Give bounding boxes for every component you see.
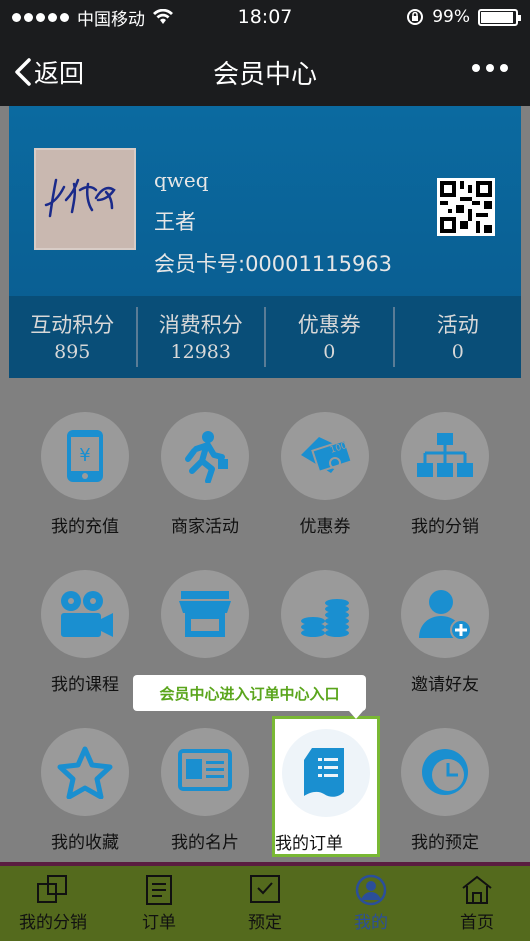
user-icon: [355, 874, 387, 906]
stats-row: 互动积分 895 消费积分 12983 优惠券 0 活动 0: [9, 296, 521, 378]
menu-item-distribution[interactable]: 我的分销: [380, 412, 510, 537]
username: qweq: [154, 168, 209, 192]
menu-item-orders[interactable]: 我的订单: [272, 716, 380, 857]
home-icon: [462, 875, 492, 904]
org-chart-icon: [401, 412, 489, 500]
menu-item-recharge[interactable]: ¥ 我的充值: [20, 412, 150, 537]
order-list-icon: [282, 729, 370, 817]
guide-tooltip: 会员中心进入订单中心入口: [133, 675, 366, 719]
running-man-icon: [161, 412, 249, 500]
clock-icon: [401, 728, 489, 816]
nav-bar: 返回 会员中心: [0, 34, 530, 106]
checkbox-icon: [250, 875, 280, 903]
qr-code-icon[interactable]: [437, 178, 495, 236]
signal-icon: [12, 12, 69, 22]
menu-item-reservations[interactable]: 我的预定: [380, 728, 510, 853]
tab-home[interactable]: 首页: [424, 866, 530, 941]
phone-yen-icon: ¥: [41, 412, 129, 500]
menu-item-courses[interactable]: 我的课程: [20, 570, 150, 695]
menu-item-merchant-activity[interactable]: 商家活动: [140, 412, 270, 537]
carrier-label: 中国移动: [77, 9, 145, 30]
tab-reservations[interactable]: 预定: [212, 866, 318, 941]
star-icon: [41, 728, 129, 816]
svg-text:¥: ¥: [79, 445, 90, 466]
tab-orders[interactable]: 订单: [106, 866, 212, 941]
page-title: 会员中心: [212, 60, 317, 90]
menu-item-business-card[interactable]: 我的名片: [140, 728, 270, 853]
add-user-icon: [401, 570, 489, 658]
stat-activities[interactable]: 活动 0: [395, 307, 522, 367]
more-button[interactable]: [472, 64, 508, 72]
tab-mine[interactable]: 我的: [318, 866, 424, 941]
coupon-icon: 100: [281, 412, 369, 500]
stat-interaction-points[interactable]: 互动积分 895: [9, 307, 138, 367]
stat-coupons[interactable]: 优惠券 0: [266, 307, 395, 367]
status-bar: 中国移动 18:07 99%: [0, 0, 530, 34]
card-number: 会员卡号:00001115963: [154, 252, 393, 276]
battery-icon: [478, 8, 521, 26]
tab-distribution[interactable]: 我的分销: [0, 866, 106, 941]
avatar[interactable]: [34, 148, 136, 250]
tab-bar: 我的分销 订单 预定 我的 首页: [0, 862, 530, 941]
menu-item-favorites[interactable]: 我的收藏: [20, 728, 150, 853]
menu-item-coupons[interactable]: 100 优惠券: [260, 412, 390, 537]
battery-percent: 99%: [432, 7, 470, 27]
signature-image: [44, 178, 116, 218]
menu-item-invite-friends[interactable]: 邀请好友: [380, 570, 510, 695]
wifi-icon: [153, 9, 173, 24]
business-card-icon: [161, 728, 249, 816]
member-card: qweq 王者 会员卡号:00001115963 互动积分 895 消费积分 1…: [9, 106, 521, 378]
video-camera-icon: [41, 570, 129, 658]
real-name: 王者: [154, 210, 196, 234]
storefront-icon: [161, 570, 249, 658]
stat-consumption-points[interactable]: 消费积分 12983: [138, 307, 266, 367]
coins-icon: [281, 570, 369, 658]
clock: 18:07: [237, 6, 293, 28]
squares-icon: [37, 875, 67, 903]
document-icon: [146, 875, 172, 905]
rotation-lock-icon: [407, 9, 424, 25]
